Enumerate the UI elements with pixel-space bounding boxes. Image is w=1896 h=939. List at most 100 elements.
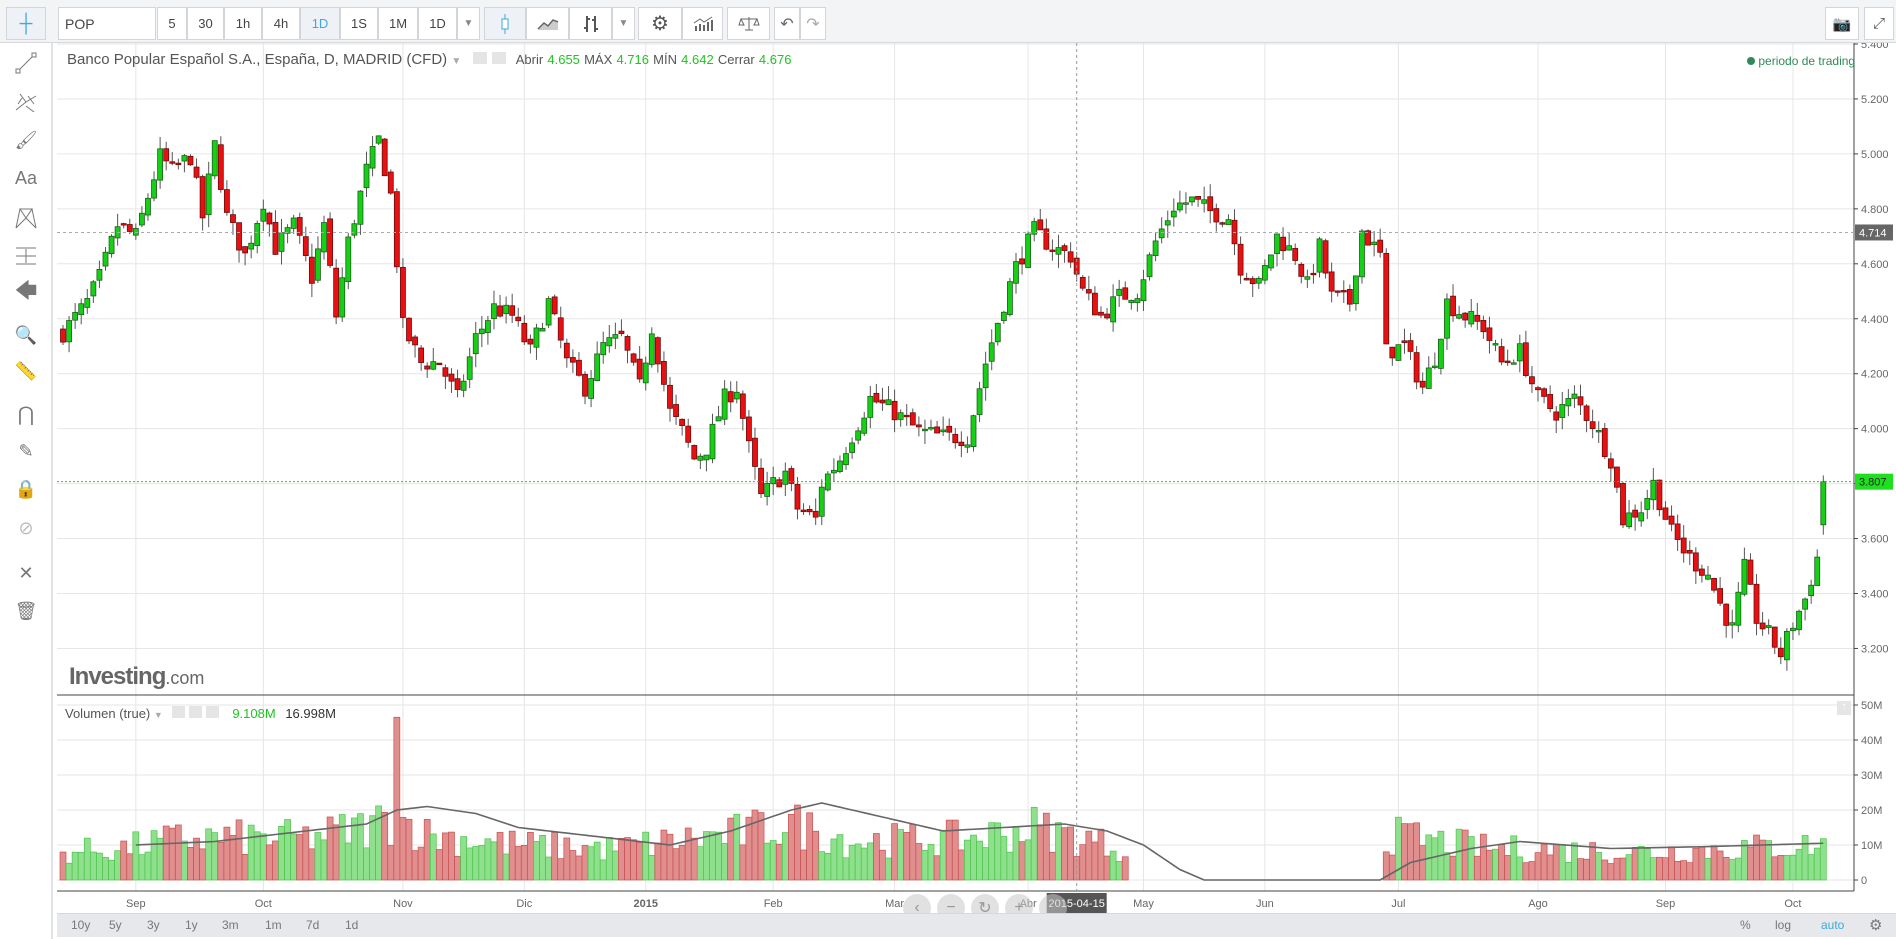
candle-down xyxy=(576,359,582,376)
gear-icon[interactable] xyxy=(189,706,203,718)
candle-up xyxy=(84,298,91,308)
volume-bar-up xyxy=(65,862,73,881)
volume-bar-up xyxy=(284,819,291,881)
chevron-down-icon[interactable]: ▼ xyxy=(451,56,461,67)
range-3m[interactable]: 3m xyxy=(222,918,239,932)
volume-bar-down xyxy=(199,848,206,881)
candle-up xyxy=(1705,574,1711,580)
candle-down xyxy=(1419,380,1426,388)
chart-pane[interactable]: 5.400 5.200 5.000 4.800 4.600 4.400 4.200 4.000… xyxy=(57,43,1896,922)
percent-scale-toggle[interactable]: % xyxy=(1740,918,1751,932)
instrument-title[interactable]: Banco Popular Español S.A., España, D, M… xyxy=(67,51,447,68)
indicators-button[interactable] xyxy=(682,7,723,40)
volume-bar-up xyxy=(836,834,844,881)
screenshot-button[interactable]: 📷 xyxy=(1825,7,1859,40)
chart-type-candles[interactable] xyxy=(484,7,526,40)
volume-bar-up xyxy=(1571,842,1578,881)
range-7d[interactable]: 7d xyxy=(306,918,319,932)
range-10y[interactable]: 10y xyxy=(71,918,90,932)
interval-4h[interactable]: 4h xyxy=(262,7,300,40)
chart-type-dropdown[interactable]: ▼ xyxy=(612,7,635,40)
chart-type-bars[interactable] xyxy=(569,7,612,40)
candle-down xyxy=(302,236,309,257)
candle-down xyxy=(1450,295,1456,317)
tool-trash[interactable]: 🗑 xyxy=(8,596,44,626)
interval-1m[interactable]: 1M xyxy=(378,7,418,40)
tool-brush[interactable]: 🖌 xyxy=(8,125,44,155)
volume-bar-down xyxy=(1036,824,1044,881)
volume-bar-up xyxy=(721,843,728,881)
interval-1s[interactable]: 1S xyxy=(340,7,378,40)
candle-up xyxy=(1183,202,1189,205)
investing-logo: Investing.com xyxy=(69,663,204,691)
tool-trend-line[interactable] xyxy=(8,48,44,78)
eye-icon[interactable] xyxy=(473,52,488,64)
tool-text[interactable]: Aa xyxy=(8,163,44,193)
tool-pattern[interactable] xyxy=(8,203,44,233)
gear-icon[interactable] xyxy=(491,52,506,64)
candle-up xyxy=(1790,627,1796,632)
volume-bar-up xyxy=(1625,854,1633,881)
interval-1d[interactable]: 1D xyxy=(300,7,340,40)
range-3y[interactable]: 3y xyxy=(147,918,160,932)
volume-bar-down xyxy=(193,837,200,881)
candle-down xyxy=(624,336,631,351)
volume-bar-up xyxy=(860,847,868,881)
range-5y[interactable]: 5y xyxy=(109,918,122,932)
range-1m[interactable]: 1m xyxy=(265,918,282,932)
candle-down xyxy=(1553,411,1560,421)
compare-button[interactable] xyxy=(727,7,770,40)
interval-1d-custom[interactable]: 1D xyxy=(418,7,457,40)
volume-bar-up xyxy=(1795,848,1803,881)
candle-down xyxy=(1413,352,1420,383)
volume-bar-down xyxy=(241,853,249,881)
settings-button[interactable]: ⚙ xyxy=(638,7,682,40)
volume-bar-up xyxy=(964,839,971,881)
symbol-input[interactable]: POP xyxy=(58,7,156,40)
fullscreen-button[interactable]: ⤢ xyxy=(1864,7,1894,40)
tool-pitchfork[interactable] xyxy=(8,86,44,116)
redo-button[interactable]: ↷ xyxy=(800,7,826,40)
tool-fib-levels[interactable] xyxy=(8,241,44,271)
chevron-down-icon[interactable]: ▼ xyxy=(154,710,163,720)
volume-bar-up xyxy=(1565,861,1572,881)
interval-5[interactable]: 5 xyxy=(157,7,187,40)
tool-measure[interactable]: 📏 xyxy=(8,356,44,386)
tool-tools[interactable]: ✕ xyxy=(8,558,44,588)
open-label: Abrir xyxy=(515,52,544,67)
scale-settings-button[interactable]: ⚙ xyxy=(1869,916,1882,934)
tool-lock[interactable]: 🔒 xyxy=(8,474,44,504)
volume-bar-down xyxy=(678,844,686,881)
chart-svg[interactable]: 5.400 5.200 5.000 4.800 4.600 4.400 4.200 4.000… xyxy=(57,43,1896,913)
volume-bar-down xyxy=(174,824,182,881)
volume-bar-up xyxy=(733,813,741,881)
candle-up xyxy=(588,378,594,399)
auto-scale-toggle[interactable]: auto xyxy=(1821,918,1844,932)
candle-up xyxy=(363,163,370,189)
chart-type-area[interactable] xyxy=(526,7,569,40)
candle-up xyxy=(1286,245,1293,251)
volume-bar-up xyxy=(1030,806,1038,881)
maximize-pane-button[interactable]: ↑ xyxy=(1837,701,1851,715)
candle-down xyxy=(242,246,249,254)
range-1y[interactable]: 1y xyxy=(185,918,198,932)
tool-draw-lock[interactable]: ✎ xyxy=(8,436,44,466)
candle-up xyxy=(1644,498,1651,510)
interval-1h[interactable]: 1h xyxy=(224,7,262,40)
range-1d[interactable]: 1d xyxy=(345,918,358,932)
volume-bar-up xyxy=(490,841,498,881)
eye-icon[interactable] xyxy=(172,706,186,718)
log-scale-toggle[interactable]: log xyxy=(1775,918,1791,932)
close-icon[interactable] xyxy=(205,706,219,718)
volume-bar-up xyxy=(612,850,619,881)
tool-arrow[interactable]: 🡄 xyxy=(8,278,44,308)
interval-30[interactable]: 30 xyxy=(187,7,224,40)
volume-title[interactable]: Volumen (true) xyxy=(65,706,150,721)
crosshair-tool-button[interactable]: ┼ xyxy=(6,7,46,40)
tool-magnet[interactable]: ⋂ xyxy=(8,399,44,429)
tool-zoom[interactable]: 🔍 xyxy=(8,320,44,350)
undo-button[interactable]: ↶ xyxy=(774,7,800,40)
volume-bar-down xyxy=(727,817,735,881)
tool-hide[interactable]: ⊘ xyxy=(8,513,44,543)
interval-dropdown[interactable]: ▼ xyxy=(457,7,480,40)
